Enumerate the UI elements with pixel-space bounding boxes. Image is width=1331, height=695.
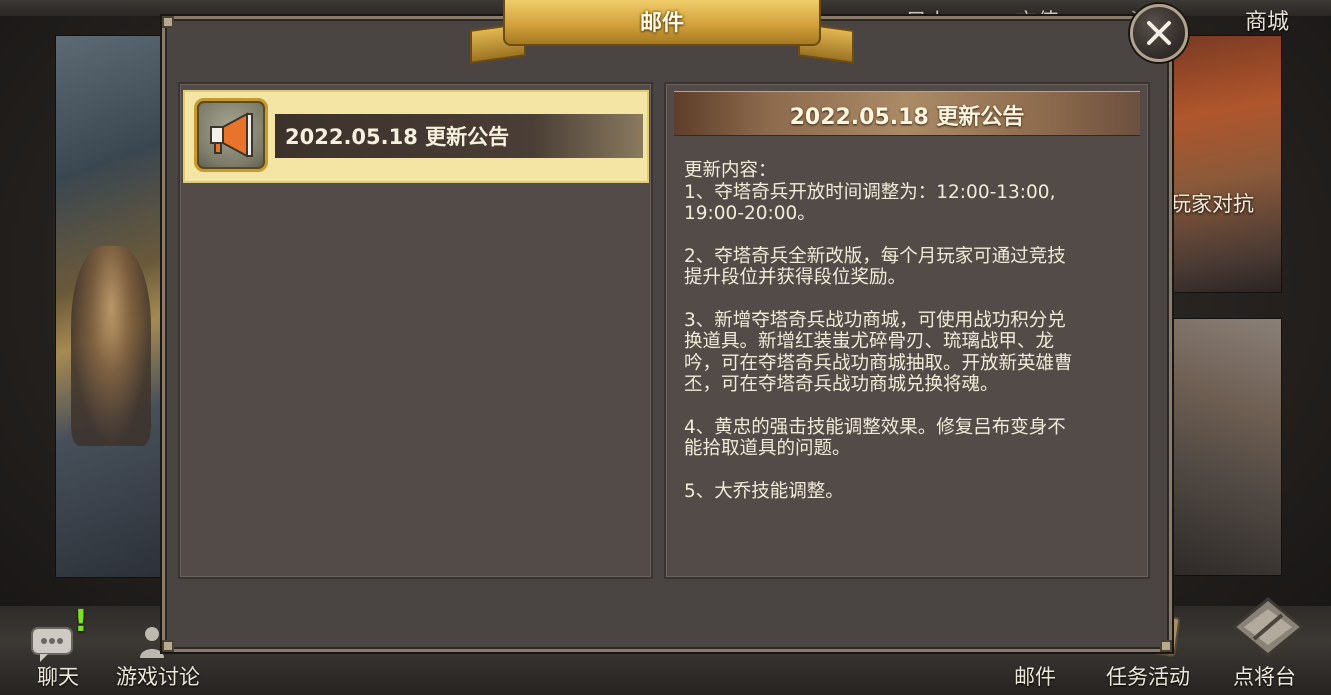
generals-button[interactable]: 点将台	[1233, 661, 1296, 691]
detail-paragraph: 5、大乔技能调整。	[684, 480, 844, 502]
detail-body: 更新内容： 1、夺塔奇兵开放时间调整为：12:00-13:00, 19:00-2…	[684, 160, 1124, 502]
close-button[interactable]	[1130, 4, 1188, 62]
detail-paragraph: 3、新增夺塔奇兵战功商城，可使用战功积分兑 换道具。新增红装蚩尤碎骨刃、琉璃战甲…	[684, 309, 1073, 396]
pvp-banner-label: 玩家对抗	[1170, 192, 1254, 216]
close-icon	[1147, 21, 1171, 45]
megaphone-icon	[203, 108, 259, 166]
detail-paragraph: 2、夺塔奇兵全新改版，每个月玩家可通过竞技 提升段位并获得段位奖励。	[684, 245, 1066, 289]
mail-button[interactable]: 邮件	[1014, 661, 1056, 691]
pvp-banner-art[interactable]	[1170, 35, 1282, 293]
frame-corner	[1160, 640, 1172, 652]
event-banner-art[interactable]	[1170, 318, 1282, 576]
tasks-button[interactable]: 任务活动	[1106, 661, 1190, 691]
detail-paragraph: 更新内容： 1、夺塔奇兵开放时间调整为：12:00-13:00, 19:00-2…	[684, 160, 1056, 224]
generals-sword-icon[interactable]	[1228, 597, 1308, 663]
chat-button[interactable]: 聊天	[37, 661, 79, 691]
frame-corner	[162, 640, 174, 652]
mail-item-title: 2022.05.18 更新公告	[285, 125, 510, 149]
hero-artwork	[55, 35, 165, 578]
top-nav-shop[interactable]: 商城	[1245, 4, 1289, 36]
chat-alert-badge: !	[74, 604, 88, 639]
game-screen: 日上 充值 活 商城 玩家对抗 ! 聊天 游戏讨论 邮件 任务活动	[0, 0, 1331, 695]
detail-title: 2022.05.18 更新公告	[789, 105, 1025, 130]
frame-corner	[162, 16, 174, 28]
discussion-button[interactable]: 游戏讨论	[116, 661, 200, 691]
detail-paragraph: 4、黄忠的强击技能调整效果。修复吕布变身不 能拾取道具的问题。	[684, 416, 1066, 460]
dialog-title: 邮件	[639, 11, 684, 36]
